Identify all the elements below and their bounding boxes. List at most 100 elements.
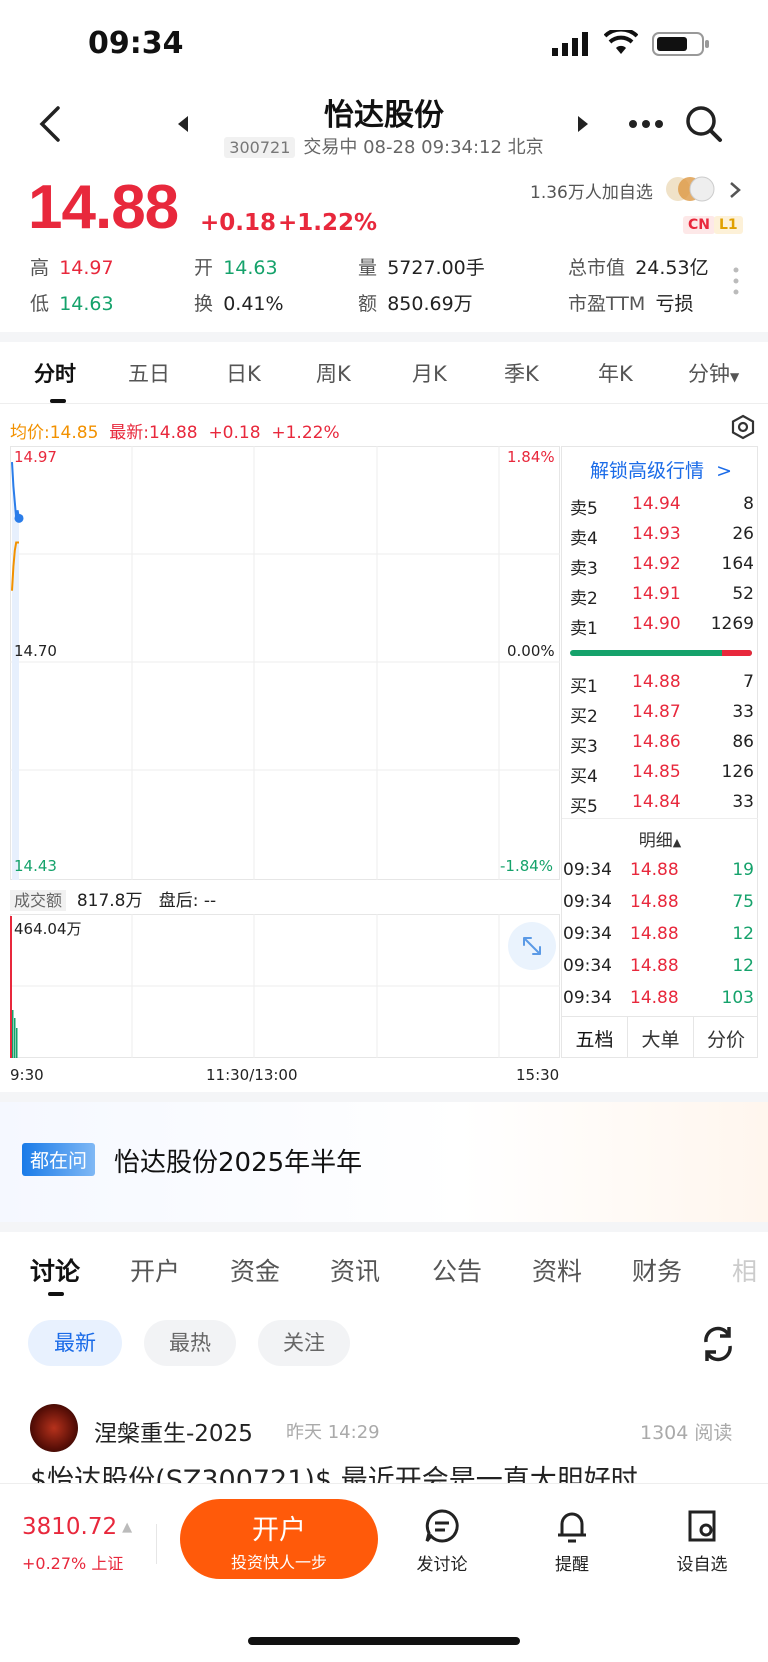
- price-change-pct: +1.22%: [278, 210, 378, 236]
- add-watchlist-label: 设自选: [676, 1555, 728, 1575]
- tab-discussion[interactable]: 讨论: [30, 1252, 80, 1288]
- current-price: 14.88: [28, 173, 179, 242]
- post-discussion-label: 发讨论: [416, 1555, 468, 1575]
- tab-news[interactable]: 资讯: [330, 1252, 380, 1288]
- ask-row-2[interactable]: 卖2 14.91 52: [570, 584, 758, 614]
- add-watchlist-button[interactable]: 设自选: [662, 1506, 742, 1576]
- post-time: 昨天 14:29: [286, 1422, 380, 1443]
- price-chart[interactable]: [10, 446, 560, 880]
- stock-code: 300721: [224, 137, 296, 158]
- ask-tag: 都在问: [22, 1143, 96, 1176]
- fullscreen-icon[interactable]: [508, 922, 556, 970]
- avatar[interactable]: [30, 1404, 78, 1452]
- tab-minute[interactable]: 分钟▼: [688, 358, 739, 388]
- tab-five-levels[interactable]: 五档: [562, 1025, 627, 1052]
- cn-badge: CN: [683, 216, 715, 234]
- time-end: 15:30: [516, 1066, 560, 1084]
- active-tab-indicator: [48, 1292, 64, 1296]
- status-time: 09:34: [88, 26, 184, 61]
- pill-hot[interactable]: 最热: [144, 1320, 236, 1366]
- ask-row-5[interactable]: 卖5 14.94 8: [570, 494, 758, 524]
- bid-row-1[interactable]: 买1 14.88 7: [570, 672, 758, 702]
- open-account-label: 开户: [252, 1515, 306, 1546]
- bid-row-3[interactable]: 买3 14.86 86: [570, 732, 758, 762]
- refresh-icon[interactable]: [698, 1324, 738, 1364]
- alert-label: 提醒: [555, 1555, 589, 1575]
- detail-toggle[interactable]: 明细▲: [562, 826, 758, 851]
- time-start: 9:30: [10, 1066, 44, 1084]
- stat-open: 开 14.63: [194, 257, 278, 279]
- price-area: [12, 462, 19, 880]
- caret-up-icon: ▲: [122, 1520, 133, 1535]
- tab-year-k[interactable]: 年K: [598, 358, 633, 388]
- latest-price-dot: [14, 513, 24, 523]
- orderbook-divider: [562, 818, 758, 819]
- chevron-right-icon[interactable]: [728, 180, 742, 200]
- index-value[interactable]: 3810.72 ▲: [22, 1514, 132, 1540]
- section-divider: [0, 1092, 768, 1102]
- watchers-count[interactable]: 1.36万人加自选: [530, 178, 653, 203]
- tab-announcements[interactable]: 公告: [432, 1252, 482, 1288]
- post-username[interactable]: 涅槃重生-2025: [94, 1414, 253, 1448]
- volume-bar: [16, 1028, 18, 1058]
- tab-intraday[interactable]: 分时: [34, 358, 76, 388]
- chart-header: 均价:14.85 最新:14.88 +0.18 +1.22%: [10, 423, 340, 443]
- stat-pe: 市盈TTM 亏损: [568, 293, 694, 315]
- volume-chart[interactable]: [10, 914, 560, 1058]
- tab-quarter-k[interactable]: 季K: [504, 358, 539, 388]
- l1-badge: L1: [714, 216, 743, 234]
- volume-bar: [14, 1018, 16, 1058]
- ask-text[interactable]: 怡达股份2025年半年: [114, 1142, 362, 1179]
- stat-low: 低 14.63: [30, 293, 114, 315]
- orderbook-tabs-divider: [562, 1016, 758, 1017]
- watcher-avatars-icon[interactable]: [664, 174, 716, 204]
- bottom-divider: [156, 1524, 157, 1564]
- settings-icon[interactable]: [730, 414, 756, 440]
- tab-price-dist[interactable]: 分价: [694, 1025, 758, 1052]
- bid-row-4[interactable]: 买4 14.85 126: [570, 762, 758, 792]
- bell-icon: [558, 1512, 586, 1543]
- time-mid: 11:30/13:00: [206, 1066, 298, 1084]
- pill-follow[interactable]: 关注: [258, 1320, 350, 1366]
- alert-button[interactable]: 提醒: [532, 1506, 612, 1576]
- expand-stats-icon[interactable]: [732, 266, 740, 296]
- tab-related[interactable]: 相: [732, 1252, 768, 1288]
- volume-bar: [10, 916, 12, 1058]
- next-stock-icon[interactable]: [576, 114, 590, 134]
- signal-icon: [552, 32, 592, 56]
- watchlist-icon: [688, 1510, 716, 1542]
- tab-month-k[interactable]: 月K: [412, 358, 447, 388]
- stat-mktcap: 总市值 24.53亿: [568, 257, 709, 279]
- stock-meta: 300721 交易中 08-28 09:34:12 北京: [0, 133, 768, 159]
- tick-row: 09:34 14.88 19: [563, 860, 754, 880]
- ask-row-4[interactable]: 卖4 14.93 26: [570, 524, 758, 554]
- axis-pct-bot: -1.84%: [500, 857, 554, 875]
- stat-amount: 额 850.69万: [358, 293, 473, 315]
- stat-high: 高 14.97: [30, 257, 114, 279]
- tab-open-account[interactable]: 开户: [130, 1252, 180, 1288]
- ask-row-3[interactable]: 卖3 14.92 164: [570, 554, 758, 584]
- tab-day-k[interactable]: 日K: [226, 358, 261, 388]
- open-account-button[interactable]: 开户 投资快人一步: [180, 1499, 378, 1579]
- volume-bar: [12, 1010, 14, 1058]
- more-icon[interactable]: [628, 116, 664, 130]
- axis-pct-top: 1.84%: [507, 448, 555, 466]
- tick-row: 09:34 14.88 12: [563, 924, 754, 944]
- pill-latest[interactable]: 最新: [28, 1320, 122, 1366]
- tab-5day[interactable]: 五日: [128, 358, 170, 388]
- tab-large-orders[interactable]: 大单: [628, 1025, 693, 1052]
- ask-row-1[interactable]: 卖1 14.90 1269: [570, 614, 758, 644]
- tab-finance[interactable]: 财务: [632, 1252, 682, 1288]
- volume-max: 464.04万: [14, 920, 82, 938]
- search-icon[interactable]: [684, 104, 724, 144]
- tab-profile[interactable]: 资料: [532, 1252, 582, 1288]
- bid-row-2[interactable]: 买2 14.87 33: [570, 702, 758, 732]
- caret-down-icon: ▼: [730, 370, 740, 384]
- wifi-icon: [603, 27, 639, 56]
- tab-funds[interactable]: 资金: [230, 1252, 280, 1288]
- tab-week-k[interactable]: 周K: [316, 358, 351, 388]
- unlock-advanced-link[interactable]: 解锁高级行情 >: [590, 456, 732, 483]
- tabs-divider: [0, 403, 768, 404]
- post-discussion-button[interactable]: 发讨论: [402, 1506, 482, 1576]
- bid-ask-ratio-bar: [570, 650, 752, 656]
